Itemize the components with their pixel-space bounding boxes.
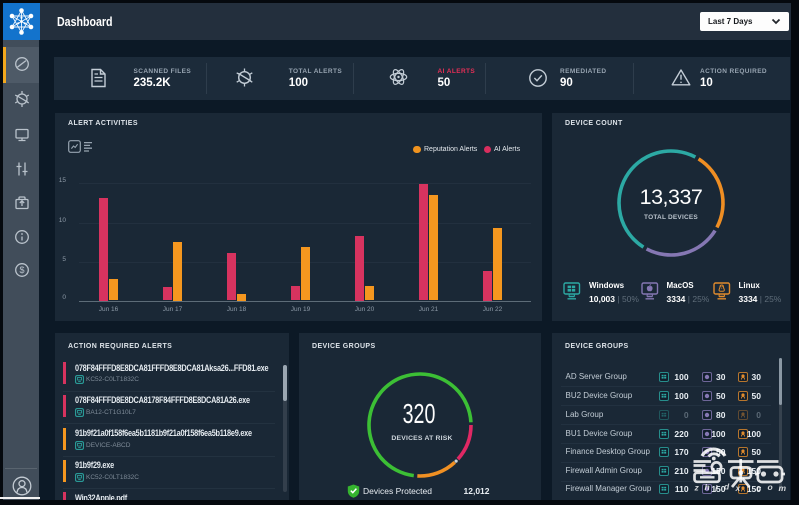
svg-text:c: c: [757, 483, 762, 493]
svg-text:x: x: [735, 483, 742, 493]
svg-text:m: m: [779, 483, 787, 493]
svg-text:o: o: [768, 482, 773, 492]
svg-text:d: d: [724, 482, 730, 492]
svg-text:$: $: [19, 265, 24, 275]
svg-text:z: z: [694, 483, 700, 493]
svg-text:i: i: [715, 483, 718, 493]
svg-text:h: h: [705, 482, 710, 492]
